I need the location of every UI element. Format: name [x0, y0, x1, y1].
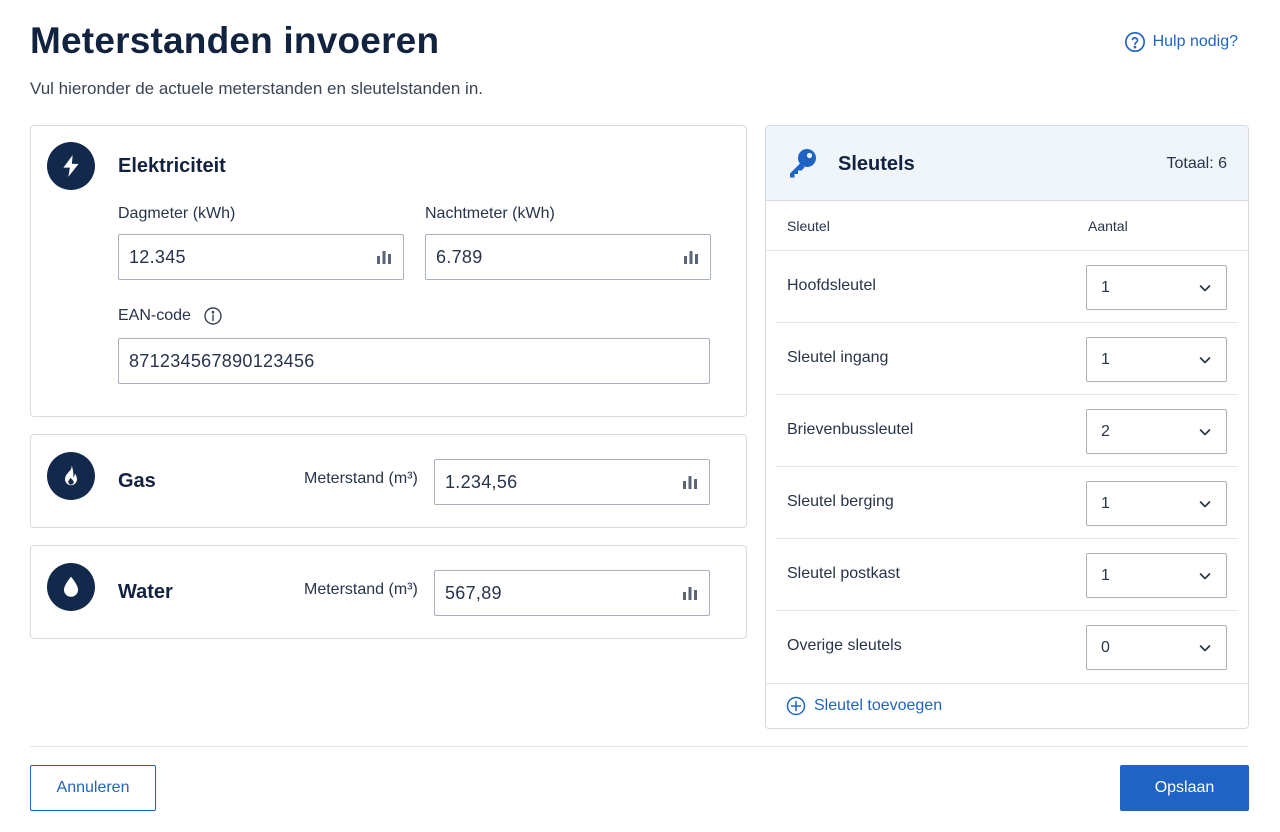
keys-card: Sleutels Totaal: 6 Sleutel Aantal Hoofds… — [765, 125, 1249, 729]
ean-value: 871234567890123456 — [129, 350, 315, 371]
droplet-icon — [47, 563, 95, 611]
flame-icon — [47, 452, 95, 500]
page-title: Meterstanden invoeren — [30, 20, 440, 61]
column-header-count: Aantal — [1088, 218, 1128, 234]
night-meter-label: Nachtmeter (kWh) — [425, 205, 555, 222]
key-row: Brievenbussleutel 2 — [776, 395, 1238, 467]
key-count-select[interactable]: 1 — [1086, 265, 1227, 310]
key-count-select[interactable]: 0 — [1086, 625, 1227, 670]
key-row: Sleutel postkast 1 — [776, 539, 1238, 611]
chevron-down-icon — [1199, 284, 1211, 291]
day-meter-label: Dagmeter (kWh) — [118, 205, 236, 222]
gas-reading-label: Meterstand (m³) — [304, 470, 418, 487]
info-icon[interactable] — [203, 306, 223, 326]
key-row: Hoofdsleutel 1 — [776, 251, 1238, 323]
lightning-icon — [47, 142, 95, 190]
key-row: Sleutel ingang 1 — [776, 323, 1238, 395]
key-count-value: 1 — [1101, 494, 1110, 512]
help-link-label: Hulp nodig? — [1152, 33, 1238, 50]
key-count-value: 0 — [1101, 638, 1110, 656]
key-count-select[interactable]: 1 — [1086, 553, 1227, 598]
add-key-button[interactable]: Sleutel toevoegen — [786, 696, 942, 716]
key-name: Sleutel postkast — [787, 565, 900, 582]
page-subtitle: Vul hieronder de actuele meterstanden en… — [30, 79, 484, 98]
keys-header: Sleutels Totaal: 6 — [766, 126, 1248, 201]
bar-chart-icon — [683, 587, 697, 600]
cancel-button[interactable]: Annuleren — [30, 765, 156, 811]
key-name: Sleutel ingang — [787, 349, 889, 366]
key-count-value: 2 — [1101, 422, 1110, 440]
night-meter-input[interactable]: 6.789 — [425, 234, 711, 280]
water-card: Water Meterstand (m³) 567,89 — [30, 545, 747, 639]
chevron-down-icon — [1199, 644, 1211, 651]
divider — [30, 746, 1249, 747]
key-icon — [790, 149, 816, 178]
key-name: Hoofdsleutel — [787, 277, 876, 294]
key-row: Overige sleutels 0 — [776, 611, 1238, 683]
ean-input[interactable]: 871234567890123456 — [118, 338, 710, 384]
electricity-card: Elektriciteit Dagmeter (kWh) 12.345 Nach… — [30, 125, 747, 417]
gas-reading-input[interactable]: 1.234,56 — [434, 459, 710, 505]
water-reading-input[interactable]: 567,89 — [434, 570, 710, 616]
day-meter-input[interactable]: 12.345 — [118, 234, 404, 280]
key-count-select[interactable]: 1 — [1086, 481, 1227, 526]
gas-card: Gas Meterstand (m³) 1.234,56 — [30, 434, 747, 528]
bar-chart-icon — [683, 476, 697, 489]
plus-circle-icon — [786, 696, 806, 716]
divider — [766, 683, 1248, 684]
help-link[interactable]: Hulp nodig? — [1124, 31, 1238, 53]
chevron-down-icon — [1199, 572, 1211, 579]
key-count-value: 1 — [1101, 278, 1110, 296]
chevron-down-icon — [1199, 356, 1211, 363]
key-name: Brievenbussleutel — [787, 421, 914, 438]
key-count-value: 1 — [1101, 566, 1110, 584]
key-count-select[interactable]: 1 — [1086, 337, 1227, 382]
day-meter-value: 12.345 — [129, 246, 186, 267]
night-meter-value: 6.789 — [436, 246, 483, 267]
keys-total: Totaal: 6 — [1166, 155, 1227, 172]
chevron-down-icon — [1199, 500, 1211, 507]
water-reading-label: Meterstand (m³) — [304, 581, 418, 598]
chevron-down-icon — [1199, 428, 1211, 435]
add-key-label: Sleutel toevoegen — [814, 697, 943, 714]
keys-title: Sleutels — [838, 153, 915, 175]
bar-chart-icon — [377, 251, 391, 264]
column-header-key: Sleutel — [787, 218, 830, 234]
gas-reading-value: 1.234,56 — [445, 471, 518, 492]
key-name: Overige sleutels — [787, 637, 902, 654]
water-reading-value: 567,89 — [445, 582, 502, 603]
key-row: Sleutel berging 1 — [776, 467, 1238, 539]
key-count-value: 1 — [1101, 350, 1110, 368]
question-circle-icon — [1124, 32, 1145, 52]
water-title: Water — [118, 581, 173, 603]
save-button[interactable]: Opslaan — [1120, 765, 1249, 811]
ean-label: EAN-code — [118, 307, 191, 324]
bar-chart-icon — [684, 251, 698, 264]
key-count-select[interactable]: 2 — [1086, 409, 1227, 454]
gas-title: Gas — [118, 470, 156, 492]
key-name: Sleutel berging — [787, 493, 894, 510]
electricity-title: Elektriciteit — [118, 155, 226, 177]
